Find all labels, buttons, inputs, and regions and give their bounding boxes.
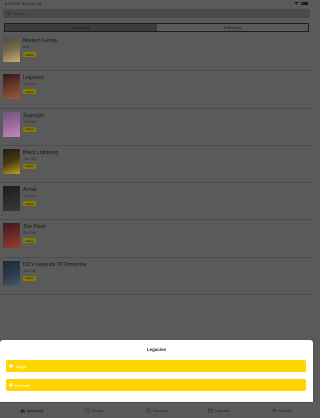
segment-upcoming[interactable]: Upcoming: [5, 24, 157, 31]
poster-image: [3, 186, 20, 212]
status-badge: Status: [23, 52, 36, 57]
show-network: ABC: [23, 45, 31, 49]
compass-icon: [146, 408, 151, 413]
tab-settings[interactable]: Settings: [250, 403, 313, 418]
poster-image: [3, 260, 20, 286]
gear-icon: [272, 408, 277, 413]
search-icon: [6, 11, 11, 16]
show-title: The Flash: [23, 224, 47, 231]
remove-button[interactable]: Remove: [6, 379, 306, 391]
show-list: Modern Family ABC Status Legacies The CW…: [0, 34, 313, 296]
show-title: Black Lightning: [23, 149, 59, 156]
show-network: The CW: [23, 231, 36, 236]
poster-image: [3, 74, 20, 100]
wifi-icon: [294, 1, 299, 5]
status-badge: Status: [23, 126, 36, 132]
close-circle-icon: [9, 383, 13, 387]
list-item[interactable]: Legacies The CW Status: [0, 71, 313, 109]
list-item[interactable]: The Flash The CW Status: [0, 220, 313, 258]
show-title: Supergirl: [23, 112, 44, 119]
list-item[interactable]: Black Lightning The CW Status: [0, 146, 313, 184]
show-network: The CW: [23, 194, 36, 199]
toggle-label: Toggle: [15, 363, 27, 369]
battery-icon: [301, 1, 308, 5]
status-badge: Status: [23, 201, 36, 207]
sheet-title: Legacies: [146, 347, 167, 352]
segment-following[interactable]: Following: [156, 24, 308, 31]
poster-image: [3, 111, 20, 137]
status-left: 8:24 PM Thu Feb 28: [5, 1, 41, 6]
show-network: The CW: [23, 268, 36, 273]
tab-label: Upcoming: [26, 408, 43, 413]
status-badge: Status: [23, 275, 36, 281]
tab-label: Calendar: [215, 408, 230, 413]
tv-icon: [85, 408, 90, 413]
list-item[interactable]: DC's Legends Of Tomorrow The CW Status: [0, 258, 313, 296]
show-title: Legacies: [23, 75, 44, 82]
tab-label: Discover: [152, 408, 167, 413]
show-title: Modern Family: [23, 38, 58, 44]
tab-discover[interactable]: Discover: [125, 403, 188, 418]
show-network: The CW: [23, 156, 36, 161]
show-network: The CW: [23, 119, 36, 124]
poster-image: [3, 223, 20, 249]
tab-label: Shows: [91, 408, 103, 413]
calendar-icon: [208, 408, 214, 413]
list-item[interactable]: Arrow The CW Status: [0, 183, 313, 221]
tab-shows[interactable]: Shows: [63, 403, 126, 418]
status-right: [294, 1, 308, 5]
check-circle-icon: [9, 364, 13, 368]
segmented-control: Upcoming Following: [4, 23, 309, 32]
status-date: Thu Feb 28: [20, 0, 42, 6]
search-input[interactable]: [13, 11, 293, 16]
tab-upcoming[interactable]: Upcoming: [0, 403, 63, 418]
status-time: 8:24 PM: [5, 0, 20, 6]
remove-label: Remove: [15, 382, 30, 388]
tab-calendar[interactable]: Calendar: [188, 403, 251, 418]
status-bar: 8:24 PM Thu Feb 28: [0, 0, 313, 6]
toggle-button[interactable]: Toggle: [6, 360, 306, 372]
bar-chart-icon: [20, 409, 25, 413]
status-badge: Status: [23, 89, 36, 95]
poster-image: [3, 37, 20, 62]
search-bar[interactable]: [3, 9, 310, 18]
poster-image: [3, 148, 20, 174]
show-title: Arrow: [23, 187, 37, 194]
action-sheet: Legacies Toggle Remove: [0, 340, 313, 402]
show-title: DC's Legends Of Tomorrow: [23, 261, 87, 268]
status-badge: Status: [23, 163, 36, 169]
show-network: The CW: [23, 82, 36, 87]
list-item[interactable]: Modern Family ABC Status: [0, 34, 313, 72]
status-badge: Status: [23, 238, 36, 244]
tab-label: Settings: [278, 408, 292, 413]
list-item[interactable]: Supergirl The CW Status: [0, 109, 313, 146]
tab-bar: Upcoming Shows Discover Calendar Setting…: [0, 402, 313, 418]
